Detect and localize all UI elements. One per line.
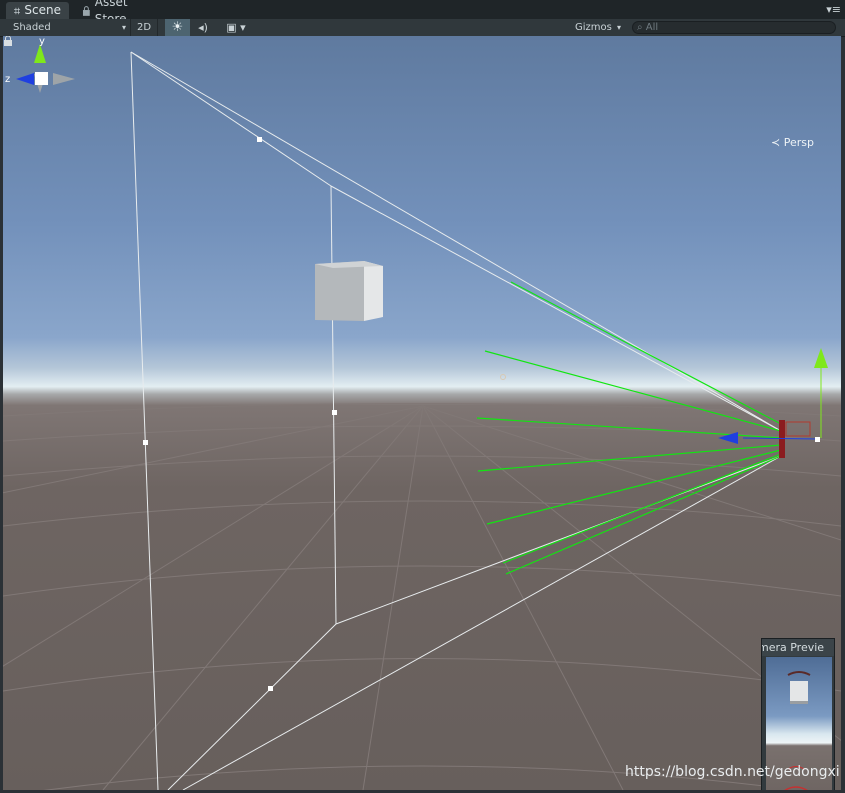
orientation-gizmo[interactable]: y z <box>3 36 78 136</box>
tab-menu-icon[interactable]: ▾≡ <box>826 3 841 16</box>
axis-z-label: z <box>5 74 10 85</box>
ground-grid <box>3 403 841 790</box>
lighting-toggle-button[interactable]: ☀ <box>165 19 190 36</box>
cube-object[interactable] <box>315 261 383 321</box>
scene-viewport[interactable]: y z ≺ Persp mera Previe <box>3 36 841 790</box>
effects-dropdown[interactable]: ▣ ▾ <box>220 19 252 36</box>
raycast-lines <box>476 281 782 575</box>
grid-icon <box>14 7 21 14</box>
projection-toggle[interactable]: ≺ Persp <box>771 136 814 149</box>
camera-frustum <box>130 51 782 790</box>
shading-mode-label: Shaded <box>13 22 51 33</box>
search-placeholder: All <box>645 22 659 33</box>
scene-canvas <box>3 51 841 790</box>
lock-icon <box>82 5 90 16</box>
axis-y-label: y <box>39 36 45 47</box>
search-input[interactable]: ⌕ All <box>632 21 836 34</box>
image-icon: ▣ ▾ <box>226 21 246 34</box>
shading-mode-dropdown[interactable]: Shaded ▾ <box>0 19 130 36</box>
point-gizmo[interactable] <box>500 374 506 380</box>
camera-preview-title: mera Previe <box>762 639 834 656</box>
scene-toolbar: Shaded ▾ 2D ☀ ◂) ▣ ▾ Gizmos ▾ ⌕ All <box>0 19 845 37</box>
camera-object[interactable] <box>718 348 828 458</box>
speaker-icon: ◂) <box>198 21 208 34</box>
lock-icon[interactable] <box>3 36 13 46</box>
watermark-text: https://blog.csdn.net/gedongxi <box>625 764 840 780</box>
frustum-handles[interactable] <box>143 137 337 691</box>
tab-asset-store[interactable]: Asset Store <box>74 0 169 26</box>
persp-arrow-icon: ≺ <box>771 136 781 149</box>
tab-bar: Scene Asset Store ▾≡ <box>0 0 845 26</box>
dropdown-arrow-icon: ▾ <box>121 23 126 32</box>
2d-toggle-button[interactable]: 2D <box>130 19 158 36</box>
sun-icon: ☀ <box>171 20 184 35</box>
dropdown-arrow-icon: ▾ <box>616 23 621 32</box>
search-icon: ⌕ <box>637 22 643 33</box>
tab-scene[interactable]: Scene <box>6 2 69 19</box>
gizmos-label: Gizmos <box>575 22 612 33</box>
tab-scene-label: Scene <box>24 3 61 17</box>
projection-label: Persp <box>783 136 814 149</box>
y-axis-arrow-icon <box>814 348 828 368</box>
audio-toggle-button[interactable]: ◂) <box>192 19 214 36</box>
gizmos-dropdown[interactable]: Gizmos ▾ <box>562 19 625 36</box>
